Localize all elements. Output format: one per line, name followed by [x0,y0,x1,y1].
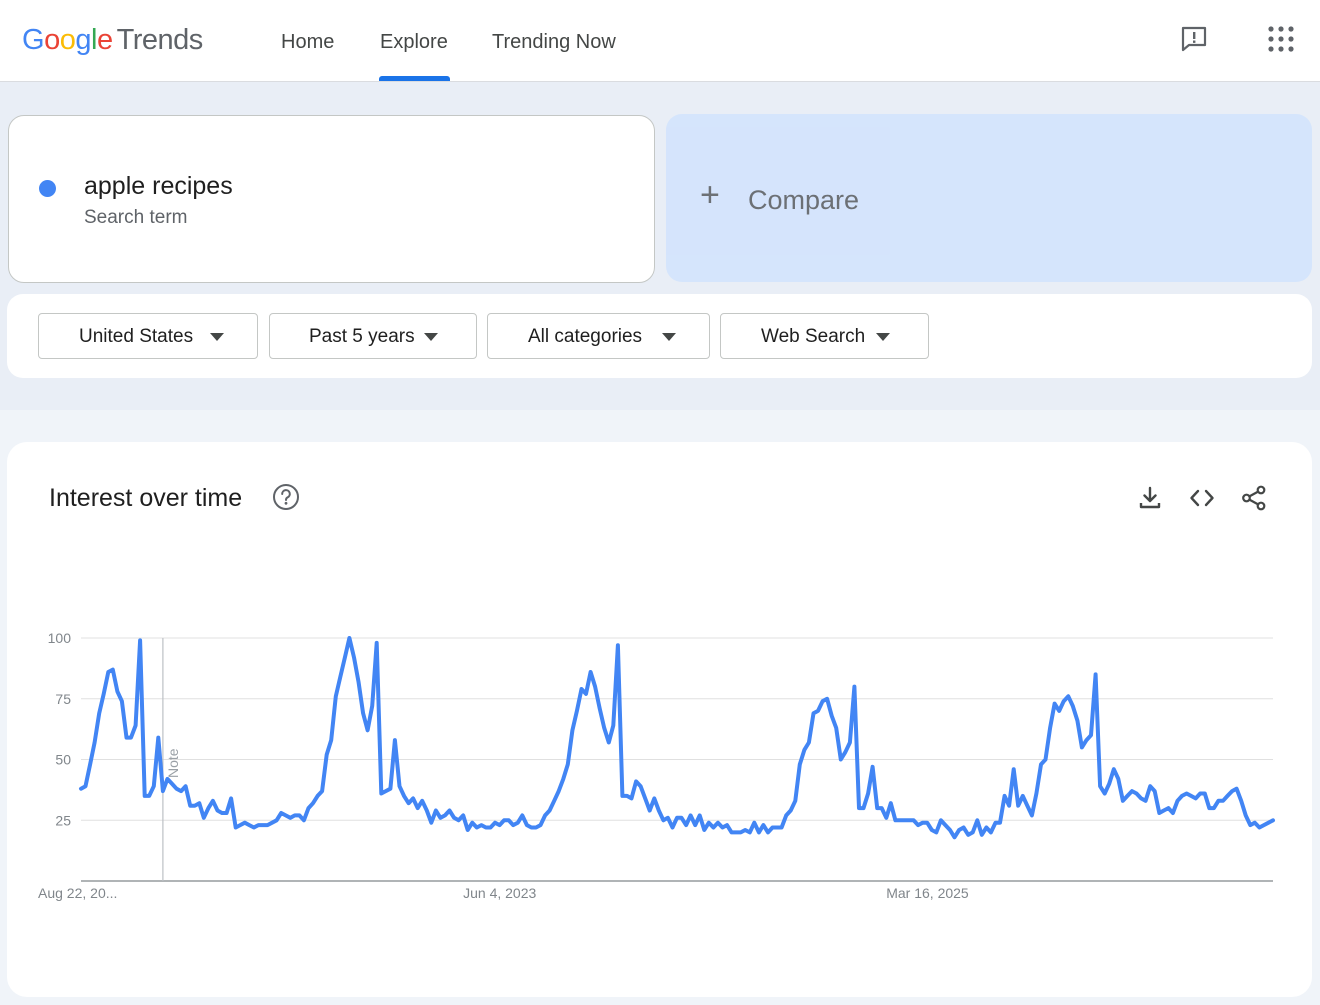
nav-explore[interactable]: Explore [380,0,448,82]
top-bar: Google Trends Home Explore Trending Now [0,0,1320,82]
plus-icon: + [700,176,720,214]
search-type-filter-label: Web Search [761,326,866,347]
category-filter-label: All categories [528,326,643,347]
x-tick-label: Aug 22, 20... [38,885,117,901]
search-term-name[interactable]: apple recipes [84,172,233,201]
y-tick-label: 100 [48,630,72,646]
chevron-down-icon [210,333,224,341]
filters-bar: United States Past 5 years All categorie… [7,294,1312,378]
category-filter[interactable]: All categories [487,313,710,359]
x-tick-label: Mar 16, 2025 [886,885,969,901]
region-filter[interactable]: United States [38,313,258,359]
chevron-down-icon [424,333,438,341]
interest-over-time-chart[interactable]: 25 50 75 100 Aug 22, 20... Jun 4, 2023 Mar 16,… [7,442,1312,997]
interest-over-time-card: Interest over time 25 50 75 100 Aug 22, 20..… [7,442,1312,997]
compare-label: Compare [748,185,860,215]
nav-trending-now[interactable]: Trending Now [492,0,616,82]
google-trends-logo[interactable]: Google Trends [22,24,203,57]
chevron-down-icon [662,333,676,341]
search-type-filter[interactable]: Web Search [720,313,929,359]
time-range-filter[interactable]: Past 5 years [269,313,477,359]
active-nav-indicator [379,76,450,81]
y-tick-label: 25 [55,812,71,828]
y-tick-label: 50 [55,752,71,768]
y-tick-label: 75 [55,691,71,707]
chevron-down-icon [876,333,890,341]
compare-button[interactable]: + Compare [666,114,1312,282]
note-label: Note [165,748,181,778]
search-term-card[interactable]: apple recipes Search term [8,115,655,283]
series-line [79,636,1275,840]
time-range-filter-label: Past 5 years [309,326,415,347]
region-filter-label: United States [79,326,194,347]
feedback-icon[interactable] [1179,24,1209,54]
term-color-dot [39,180,56,197]
x-tick-label: Jun 4, 2023 [463,885,536,901]
search-term-type: Search term [84,207,188,228]
nav-home[interactable]: Home [281,0,334,82]
apps-grid-icon[interactable] [1266,24,1296,54]
